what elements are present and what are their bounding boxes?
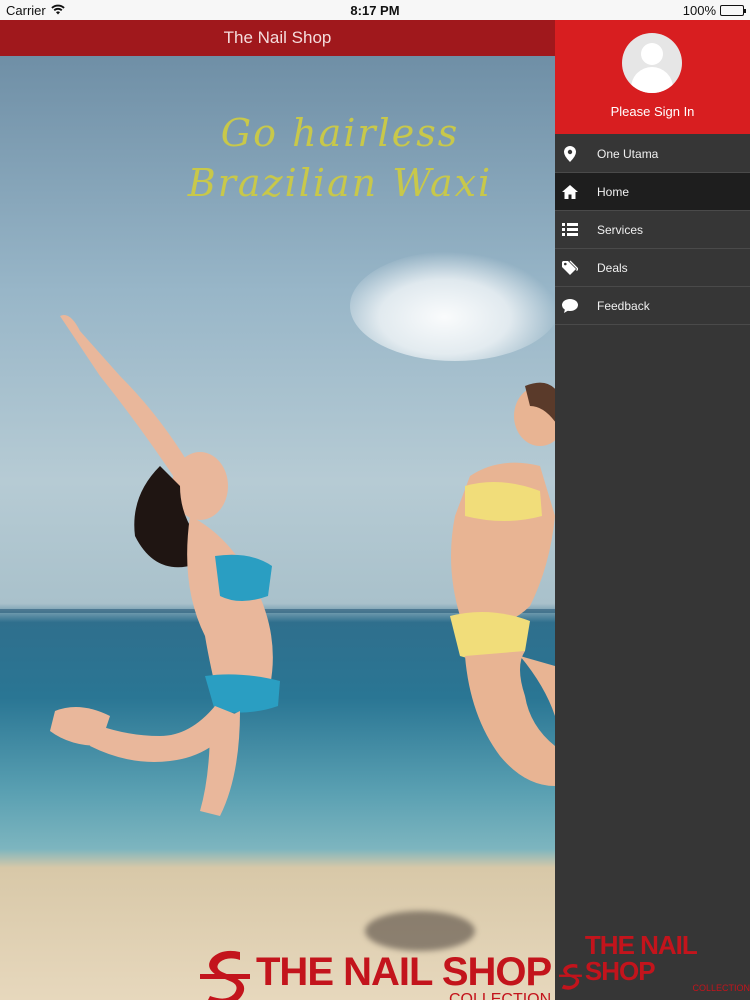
headline-line-2: Brazilian Waxi (187, 161, 493, 205)
home-icon (555, 184, 585, 199)
list-icon (555, 223, 585, 236)
menu-item-home[interactable]: Home (555, 173, 750, 211)
drawer-brand-name: THE NAIL SHOP (584, 930, 697, 986)
sign-in-link[interactable]: Please Sign In (555, 104, 750, 119)
map-pin-icon (555, 145, 585, 162)
chat-bubble-icon (555, 298, 585, 313)
drawer-brand-s-icon (559, 964, 582, 990)
main-content: The Nail Shop Go hairless Brazilian Waxi (0, 20, 555, 1000)
headline-line-1: Go hairless (220, 111, 460, 155)
cloud-image (350, 251, 555, 361)
menu-item-label: Feedback (597, 298, 650, 313)
side-drawer: Please Sign In One Utama Home Services D… (555, 20, 750, 1000)
wifi-icon (51, 3, 65, 18)
menu-item-label: Services (597, 222, 644, 237)
menu-item-one-utama[interactable]: One Utama (555, 135, 750, 173)
drawer-menu: One Utama Home Services Deals Feedback (555, 135, 750, 325)
brand-s-icon (200, 950, 250, 1000)
jumping-woman-right-image (450, 382, 555, 786)
brand-text: THE NAIL SHOP COLLECTION (256, 950, 552, 1000)
drawer-header[interactable]: Please Sign In (555, 20, 750, 134)
jumping-woman-left-image (50, 315, 280, 816)
battery-icon (720, 4, 746, 16)
menu-item-label: One Utama (597, 146, 659, 161)
status-bar-right: 100% (682, 2, 746, 18)
status-bar: Carrier 8:17 PM 100% (0, 0, 750, 20)
brand-logo: THE NAIL SHOP COLLECTION (200, 946, 552, 1000)
promo-headline: Go hairless Brazilian Waxi (110, 111, 555, 205)
status-bar-left: Carrier (6, 3, 65, 18)
menu-item-services[interactable]: Services (555, 211, 750, 249)
menu-item-deals[interactable]: Deals (555, 249, 750, 287)
navbar-title: The Nail Shop (223, 28, 332, 47)
avatar-body (631, 67, 673, 93)
navbar: The Nail Shop (0, 20, 555, 56)
shadow-image (365, 911, 475, 951)
menu-item-label: Deals (597, 260, 628, 275)
drawer-brand-subtitle: COLLECTION (692, 983, 750, 993)
status-time: 8:17 PM (350, 2, 400, 18)
avatar-head (641, 43, 663, 65)
menu-item-feedback[interactable]: Feedback (555, 287, 750, 325)
avatar[interactable] (622, 33, 682, 93)
hero-banner[interactable]: Go hairless Brazilian Waxi THE NAIL SHOP… (0, 56, 555, 1000)
battery-percent: 100% (682, 2, 716, 18)
menu-item-label: Home (597, 184, 630, 199)
drawer-brand-text: THE NAIL SHOP COLLECTION (585, 932, 750, 993)
brand-subtitle: COLLECTION (448, 991, 552, 1000)
brand-name: THE NAIL SHOP (256, 950, 552, 994)
drawer-brand-logo: THE NAIL SHOP COLLECTION (559, 932, 750, 993)
carrier-label: Carrier (6, 2, 46, 18)
tag-icon (555, 260, 585, 276)
